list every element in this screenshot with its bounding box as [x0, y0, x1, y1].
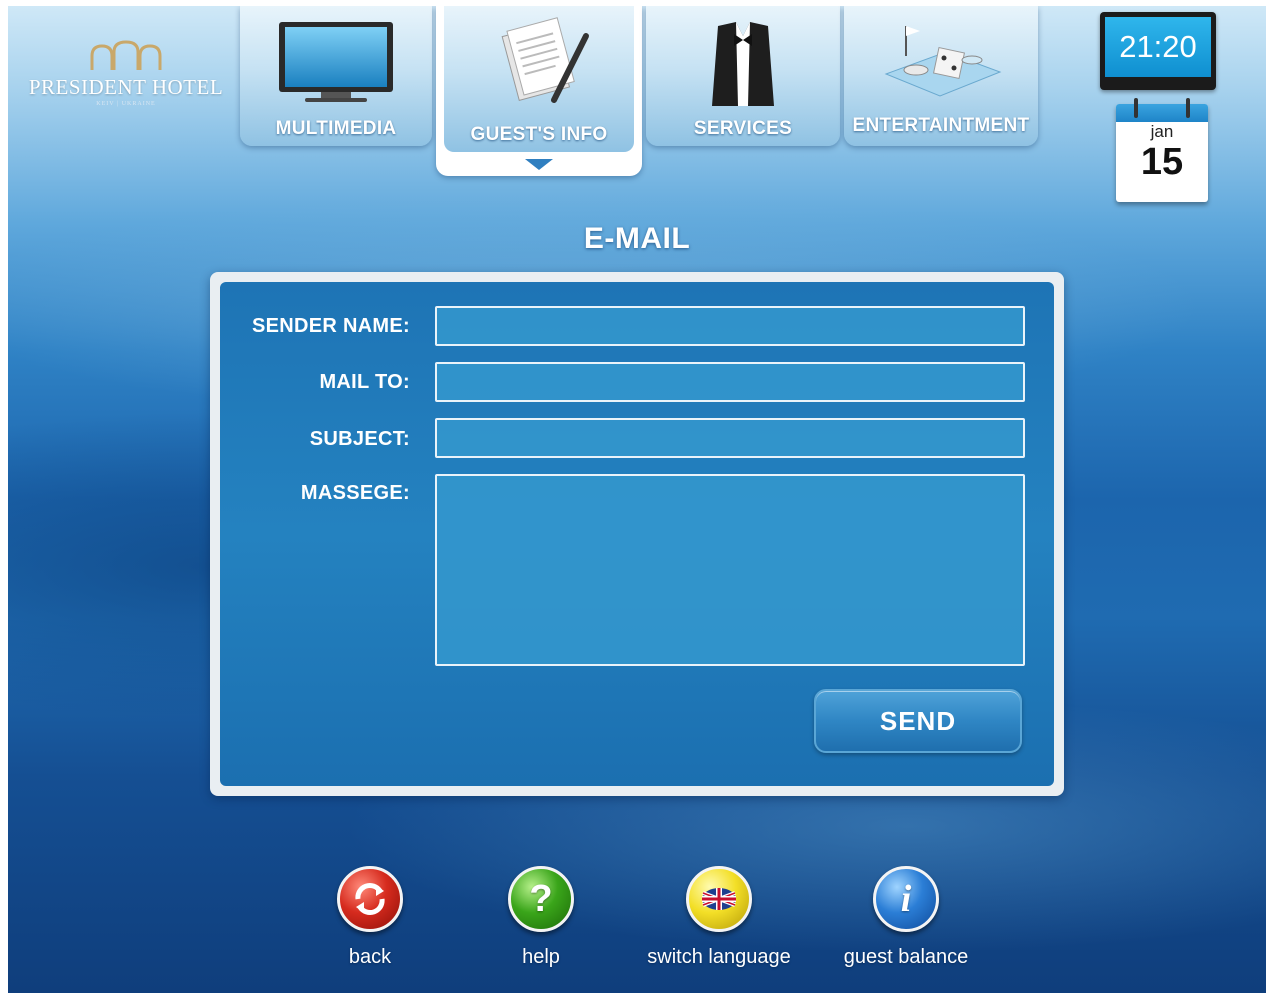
tab-multimedia[interactable]: MULTIMEDIA: [240, 6, 432, 146]
message-label: MASSEGE:: [300, 482, 410, 504]
bottom-toolbar: back ? help switch language i guest bala…: [8, 866, 1266, 986]
documents-pen-icon: [501, 17, 589, 103]
question-mark-icon: ?: [508, 866, 574, 932]
calendar-day: 15: [1140, 141, 1184, 183]
tab-label: MULTIMEDIA: [275, 118, 397, 139]
calendar-ring: [1186, 98, 1190, 118]
calendar-widget: jan 15: [1116, 98, 1208, 202]
calendar-month: jan: [1150, 122, 1174, 141]
email-form: SENDER NAME: MAIL TO: SUBJECT: MASSEGE: …: [220, 282, 1054, 786]
tab-guests-info[interactable]: GUEST'S INFO: [436, 6, 642, 176]
tab-label: SERVICES: [693, 118, 793, 139]
sender-name-input[interactable]: [435, 306, 1025, 346]
info-icon: i: [873, 866, 939, 932]
switch-language-button[interactable]: switch language: [629, 866, 809, 969]
tuxedo-icon: [712, 22, 774, 106]
message-textarea[interactable]: [435, 474, 1025, 666]
calendar-ring: [1134, 98, 1138, 118]
clock-time: 21:20: [1105, 17, 1211, 77]
mail-to-label: MAIL TO:: [319, 371, 410, 393]
back-label: back: [348, 946, 392, 968]
tab-label: GUEST'S INFO: [470, 124, 608, 145]
back-button[interactable]: back: [280, 866, 460, 969]
uk-flag-icon: [686, 866, 752, 932]
main-nav: MULTIMEDIA GUEST'S INFO SERVICES ENTERTA…: [240, 6, 1038, 181]
hotel-logo: PRESIDENT HOTEL KEIV | UKRAINE: [20, 40, 232, 107]
casino-icon: [884, 26, 1002, 97]
subject-label: SUBJECT:: [309, 428, 410, 450]
sender-name-label: SENDER NAME:: [251, 315, 410, 337]
tab-label: ENTERTAINTMENT: [852, 115, 1030, 136]
subject-input[interactable]: [435, 418, 1025, 458]
tv-icon: [279, 22, 393, 102]
refresh-arrows-icon: [337, 866, 403, 932]
tab-services[interactable]: SERVICES: [646, 6, 840, 146]
email-form-panel: SENDER NAME: MAIL TO: SUBJECT: MASSEGE: …: [210, 272, 1064, 796]
guest-balance-button[interactable]: i guest balance: [816, 866, 996, 969]
clock-widget: 21:20: [1100, 12, 1216, 90]
app-screen: PRESIDENT HOTEL KEIV | UKRAINE MULTIMEDI…: [8, 6, 1266, 993]
arches-logo-icon: [90, 40, 162, 70]
switch-language-label: switch language: [647, 946, 791, 968]
send-button[interactable]: SEND: [814, 689, 1022, 753]
hotel-location: KEIV | UKRAINE: [96, 101, 156, 107]
guest-balance-label: guest balance: [843, 946, 969, 968]
tab-entertainment[interactable]: ENTERTAINTMENT: [844, 6, 1038, 146]
hotel-name: PRESIDENT HOTEL: [28, 75, 224, 99]
mail-to-input[interactable]: [435, 362, 1025, 402]
page-title: E-MAIL: [583, 222, 691, 255]
help-button[interactable]: ? help: [451, 866, 631, 969]
active-tab-indicator: [525, 159, 553, 170]
help-label: help: [522, 946, 560, 968]
